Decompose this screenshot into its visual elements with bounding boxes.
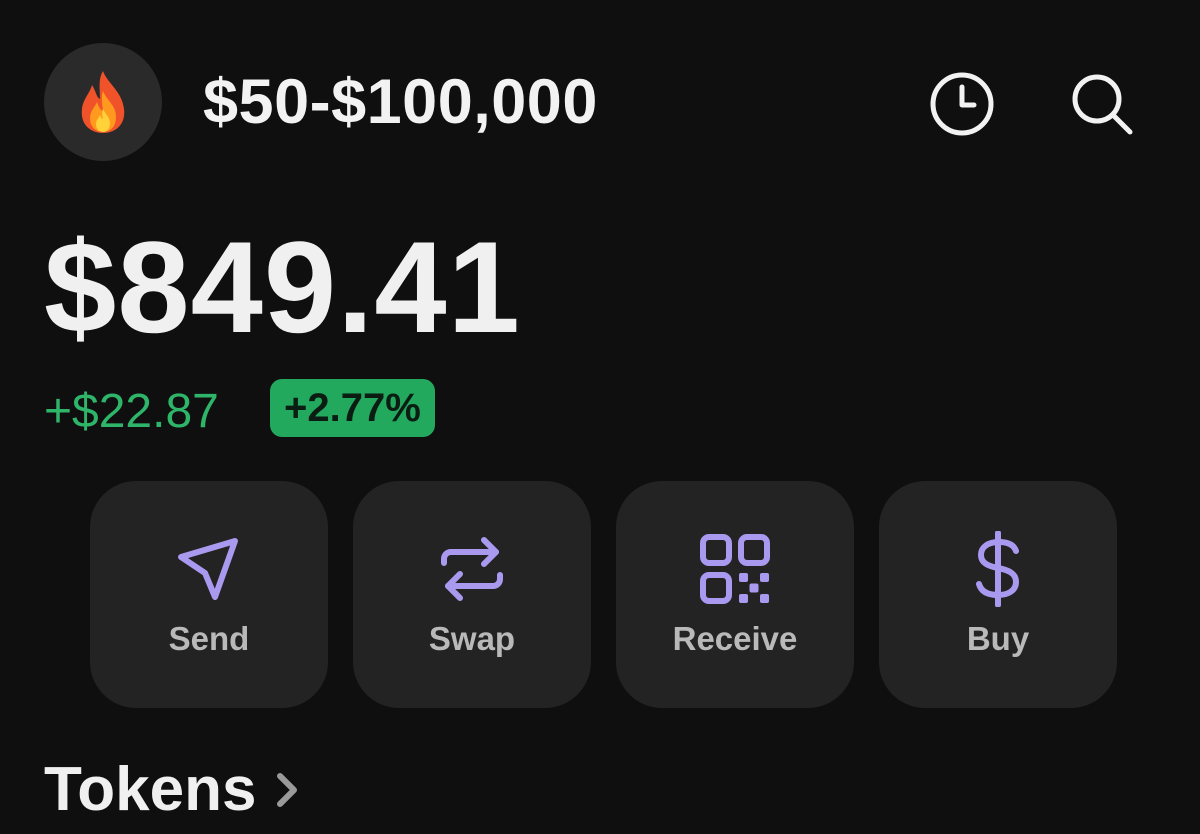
swap-icon [441,537,503,601]
avatar[interactable] [44,43,162,161]
search-icon [1072,74,1133,135]
receive-button[interactable]: Receive [616,481,854,708]
account-name[interactable]: $50-$100,000 [203,66,598,138]
qr-code-icon [700,534,770,604]
balance-change-percent-badge: +2.77% [270,379,435,437]
balance-change-amount: +$22.87 [44,385,219,438]
history-button[interactable] [928,70,996,138]
clock-icon [930,72,994,136]
tokens-section-link[interactable]: Tokens [44,755,302,825]
send-button[interactable]: Send [90,481,328,708]
tokens-title: Tokens [44,755,257,824]
buy-label: Buy [966,620,1030,657]
swap-label: Swap [428,620,516,657]
chevron-right-icon [277,773,298,807]
send-icon [178,538,238,600]
fire-emoji-icon [81,71,125,133]
buy-button[interactable]: Buy [879,481,1117,708]
dollar-icon [976,531,1020,607]
swap-button[interactable]: Swap [353,481,591,708]
search-button[interactable] [1068,70,1136,138]
send-label: Send [168,620,250,657]
portfolio-balance: $849.41 [44,214,521,360]
receive-label: Receive [672,620,798,657]
